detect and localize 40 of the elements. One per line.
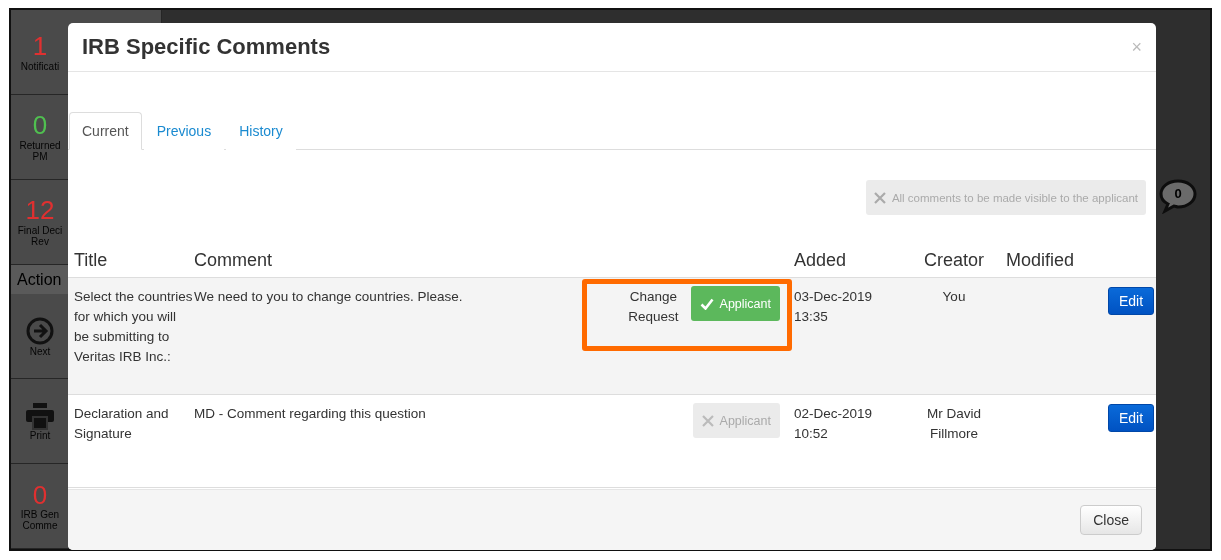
table-cell-text: Mr David Fillmore: [927, 405, 981, 443]
sidebar-label: IRB Gen: [20, 509, 60, 521]
sidebar-label: Print: [29, 429, 51, 441]
applicant-toggle-button[interactable]: Applicant: [692, 403, 780, 438]
table-cell-text: We need to you to change countries. Please.: [194, 288, 464, 306]
tab[interactable]: Current: [69, 112, 142, 150]
sidebar-label: Notificati: [20, 60, 60, 72]
close-button[interactable]: Close: [1080, 505, 1142, 535]
edit-button[interactable]: Edit: [1108, 287, 1155, 315]
sidebar-label: PM: [32, 151, 48, 163]
edit-button[interactable]: Edit: [1108, 404, 1155, 432]
count-number: 12: [25, 196, 55, 225]
count-number: 1: [32, 32, 48, 61]
applicant-toggle-button[interactable]: Applicant: [690, 286, 780, 321]
printer-icon: [25, 401, 55, 430]
table-cell-text: MD - Comment regarding this question: [194, 405, 427, 423]
x-icon: [873, 191, 886, 204]
column-header: Modified: [1006, 249, 1076, 272]
visibility-toggle-button[interactable]: All comments to be made visible to the applicant: [865, 180, 1146, 215]
count-number: 0: [32, 111, 48, 141]
sidebar-label: Returned: [19, 140, 61, 152]
count-number: 0: [32, 480, 48, 510]
sidebar-label: Rev: [31, 235, 49, 247]
column-header: Added: [794, 249, 848, 272]
arrow-circle-icon: [25, 315, 55, 346]
speech-bubble-icon: 0: [1158, 178, 1198, 214]
table-cell-text: 03-Dec-2019 13:35: [794, 288, 874, 326]
checkmark-icon: [699, 297, 714, 310]
table-cell-text: You: [942, 288, 966, 306]
dialog-title: IRB Specific Comments: [82, 34, 331, 60]
sidebar-label: Comme: [22, 520, 58, 532]
sidebar-label: Final Deci: [17, 224, 63, 236]
x-icon: [701, 414, 714, 427]
sidebar-label: Next: [29, 345, 51, 357]
column-header: Creator: [923, 249, 985, 272]
column-header: Comment: [194, 249, 274, 272]
table-cell-text: 02-Dec-2019 10:52: [794, 405, 874, 443]
close-button[interactable]: ×: [1131, 36, 1142, 58]
table-cell-text: Declaration and Signature: [74, 405, 170, 443]
change-type-label: Change Request: [628, 288, 679, 326]
